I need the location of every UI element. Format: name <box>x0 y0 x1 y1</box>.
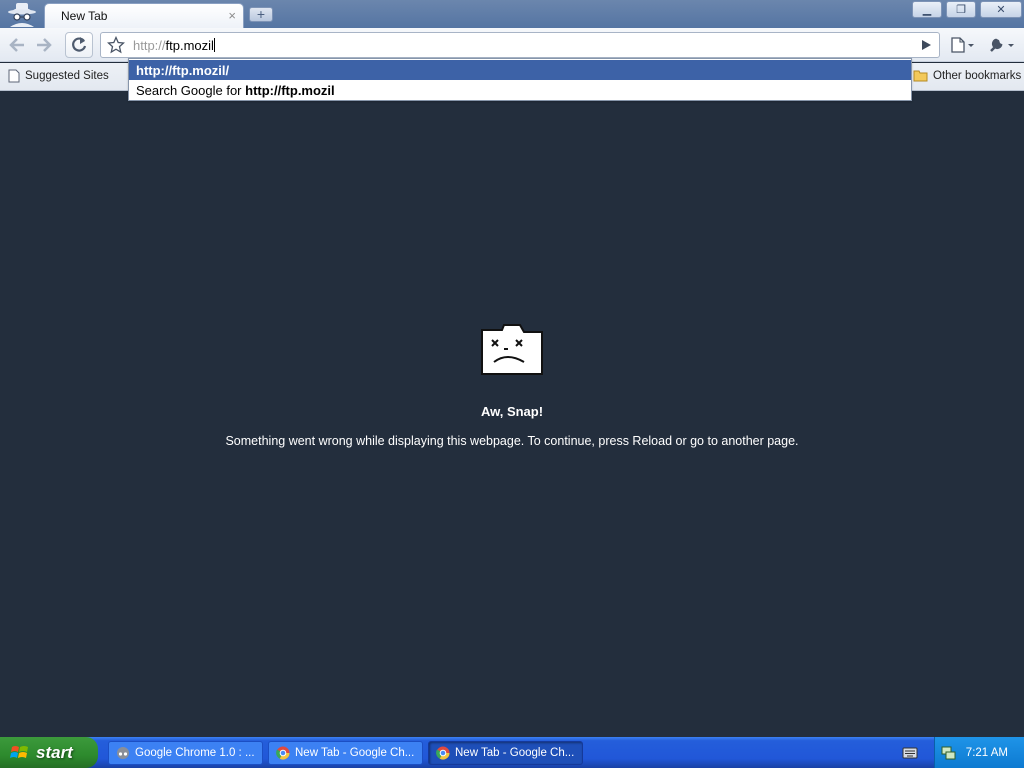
new-tab-button[interactable]: + <box>249 7 273 22</box>
text-caret <box>213 38 215 52</box>
error-message: Something went wrong while displaying th… <box>225 434 799 448</box>
tab-title: New Tab <box>61 9 108 23</box>
reload-icon <box>72 37 87 52</box>
minimize-button[interactable]: ▁ <box>912 1 942 18</box>
taskbar-item-label: Google Chrome 1.0 : ... <box>135 747 255 759</box>
incognito-icon <box>117 747 129 759</box>
autocomplete-suggestion-url[interactable]: http://ftp.mozil/ <box>129 60 911 80</box>
toolbar: http://ftp.mozil <box>0 28 1024 62</box>
reload-button[interactable] <box>65 32 93 58</box>
page-icon <box>951 37 974 53</box>
error-title: Aw, Snap! <box>480 404 544 419</box>
go-button[interactable] <box>914 32 938 58</box>
search-prefix-text: Search Google for <box>136 82 246 98</box>
page-icon <box>8 69 20 83</box>
address-bar[interactable]: http://ftp.mozil <box>100 32 940 58</box>
sad-tab-icon <box>481 324 543 375</box>
tab-new-tab[interactable]: New Tab × <box>44 3 244 28</box>
close-window-button[interactable]: ✕ <box>980 1 1022 18</box>
taskbar-item-active[interactable]: New Tab - Google Ch... <box>428 741 583 765</box>
start-label: start <box>36 742 73 762</box>
suggestion-url-text: http://ftp.mozil/ <box>136 62 230 78</box>
title-bar: New Tab × + ▁ ❐ ✕ <box>0 0 1024 28</box>
network-icon[interactable] <box>940 745 956 761</box>
autocomplete-dropdown: http://ftp.mozil/ Search Google for http… <box>128 58 912 101</box>
bookmark-label: Other bookmarks <box>933 69 1022 82</box>
system-tray: 7:21 AM <box>934 737 1024 768</box>
star-icon[interactable] <box>107 36 125 54</box>
search-term-text: http://ftp.mozil <box>245 82 335 98</box>
bookmark-label: Suggested Sites <box>25 70 109 82</box>
chrome-icon <box>436 746 450 760</box>
back-arrow-icon <box>9 38 24 52</box>
incognito-icon <box>4 1 40 27</box>
play-arrow-icon <box>922 40 931 50</box>
bookmark-suggested-sites[interactable]: Suggested Sites <box>8 69 109 83</box>
bookmark-other-bookmarks[interactable]: Other bookmarks <box>913 69 1021 82</box>
taskbar-item[interactable]: New Tab - Google Ch... <box>268 741 423 765</box>
wrench-icon <box>990 38 1014 52</box>
taskbar-item-label: New Tab - Google Ch... <box>295 747 415 759</box>
page-menu-button[interactable] <box>948 33 978 57</box>
restore-icon: ❐ <box>956 4 966 16</box>
start-button[interactable]: start <box>0 737 98 768</box>
taskbar-item-label: New Tab - Google Ch... <box>455 747 575 759</box>
address-text: http://ftp.mozil <box>133 38 215 53</box>
close-icon: ✕ <box>996 4 1006 16</box>
folder-icon <box>913 70 928 82</box>
chrome-icon <box>276 746 290 760</box>
autocomplete-suggestion-search[interactable]: Search Google for http://ftp.mozil <box>129 80 911 100</box>
back-button[interactable] <box>4 33 30 57</box>
keyboard-icon[interactable] <box>902 746 918 759</box>
clock: 7:21 AM <box>965 746 1008 759</box>
page-content: Aw, Snap! Something went wrong while dis… <box>0 92 1024 737</box>
minimize-icon: ▁ <box>922 4 932 16</box>
address-scheme: http:// <box>133 38 166 53</box>
address-typed: ftp.mozil <box>165 38 214 53</box>
taskbar: start Google Chrome 1.0 : ... New Tab - … <box>0 737 1024 768</box>
forward-arrow-icon <box>37 38 52 52</box>
restore-button[interactable]: ❐ <box>946 1 976 18</box>
taskbar-item[interactable]: Google Chrome 1.0 : ... <box>108 741 263 765</box>
tab-close-icon[interactable]: × <box>228 8 236 23</box>
windows-logo-icon <box>10 745 28 758</box>
tools-menu-button[interactable] <box>986 33 1018 57</box>
forward-button[interactable] <box>31 33 57 57</box>
